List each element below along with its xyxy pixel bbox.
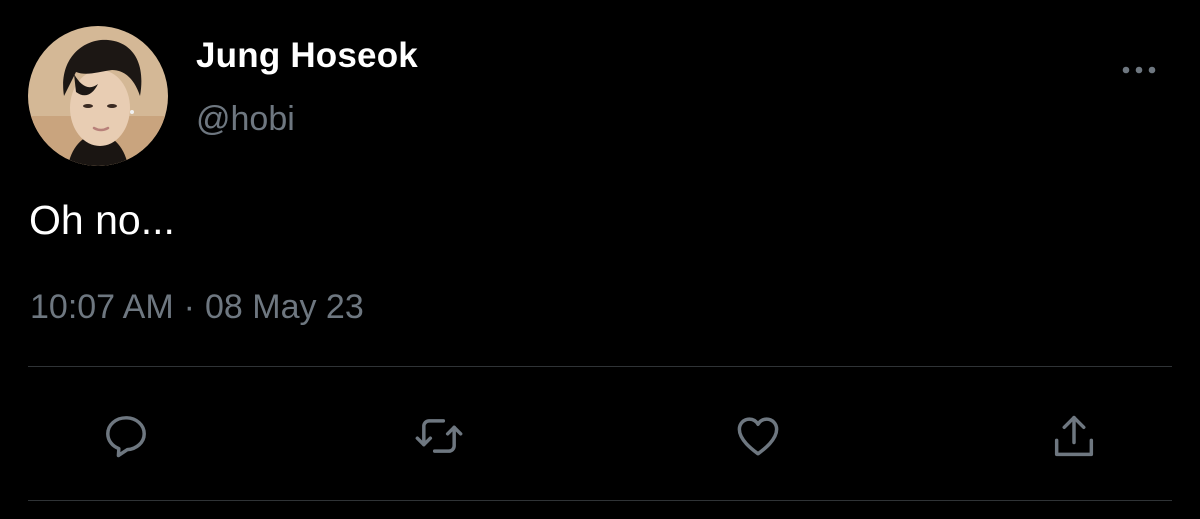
divider: [28, 366, 1172, 367]
share-icon: [1054, 415, 1094, 457]
tweet-timestamp[interactable]: 10:07 AM · 08 May 23: [30, 288, 364, 327]
tweet-date: 08 May 23: [204, 288, 364, 326]
reply-button[interactable]: [99, 410, 153, 462]
divider: [28, 500, 1172, 501]
display-name[interactable]: Jung Hoseok: [196, 36, 418, 76]
more-horizontal-icon: [1122, 66, 1156, 74]
more-options-button[interactable]: [1118, 56, 1160, 84]
tweet-text: Oh no...: [29, 197, 175, 243]
retweet-icon: [415, 419, 463, 453]
share-button[interactable]: [1047, 410, 1101, 462]
retweet-button[interactable]: [412, 410, 466, 462]
meta-separator: ·: [183, 288, 195, 326]
tweet-time: 10:07 AM: [30, 288, 174, 326]
heart-icon: [737, 417, 779, 456]
like-button[interactable]: [731, 410, 785, 462]
avatar[interactable]: [28, 26, 168, 166]
avatar-photo: [28, 26, 168, 166]
reply-icon: [106, 416, 146, 458]
user-handle[interactable]: @hobi: [196, 100, 295, 139]
